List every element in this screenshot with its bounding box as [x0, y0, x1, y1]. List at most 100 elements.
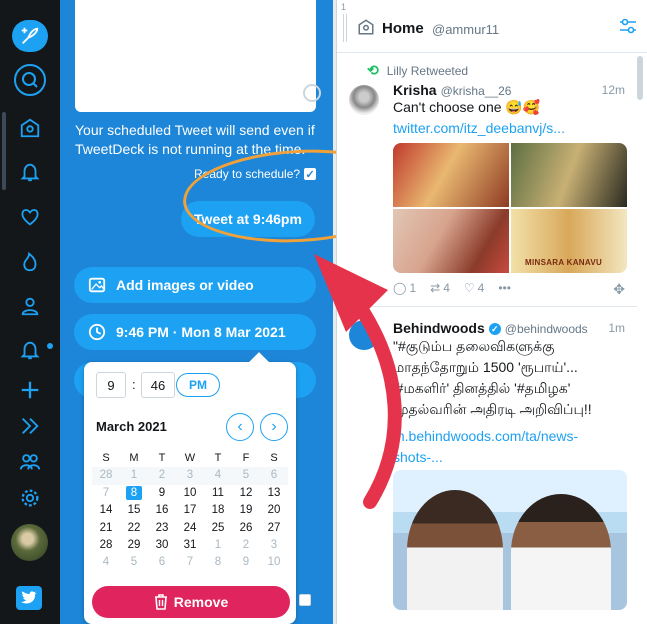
calendar-week: 7 8 9 10 11 12 13 — [92, 485, 288, 502]
calendar-day[interactable]: 25 — [204, 520, 232, 537]
calendar-day[interactable]: 5 — [120, 554, 148, 571]
calendar-day[interactable]: 10 — [260, 554, 288, 571]
compose-button[interactable] — [12, 20, 48, 52]
more-button[interactable]: ••• — [498, 281, 511, 295]
tweet-time[interactable]: 1m — [608, 321, 625, 335]
weekday-label: S — [102, 452, 110, 464]
media-image[interactable] — [393, 143, 509, 207]
notification-dot — [47, 343, 53, 349]
calendar-day[interactable]: 4 — [92, 554, 120, 571]
calendar-day[interactable]: 10 — [176, 485, 204, 502]
schedule-button[interactable]: 9:46 PM · Mon 8 Mar 2021 — [74, 314, 316, 350]
calendar-day[interactable]: 6 — [148, 554, 176, 571]
remove-button[interactable]: Remove — [92, 586, 290, 618]
tweet-time[interactable]: 12m — [602, 83, 625, 97]
calendar-day[interactable]: 31 — [176, 537, 204, 554]
previous-month-button[interactable]: ‹ — [226, 413, 254, 441]
add-media-button[interactable]: Add images or video — [74, 267, 316, 303]
bird-icon — [21, 591, 37, 604]
tweetdeck-logo[interactable] — [16, 586, 42, 610]
avatar[interactable] — [11, 524, 48, 561]
retweet-button[interactable]: ⇄ 4 — [430, 281, 450, 295]
calendar-day[interactable]: 22 — [120, 520, 148, 537]
tweet-link[interactable]: m.behindwoods.com/ta/news-shots-... — [393, 426, 613, 468]
tweet-textarea[interactable] — [75, 0, 321, 112]
chevron-left-icon: ‹ — [237, 418, 243, 435]
like-button[interactable]: ♡ 4 — [464, 281, 484, 295]
collapse-button[interactable] — [10, 406, 50, 446]
search-button[interactable] — [10, 60, 50, 100]
calendar-day[interactable]: 23 — [148, 520, 176, 537]
ampm-toggle[interactable]: PM — [176, 373, 220, 397]
trending-button[interactable] — [10, 242, 50, 282]
author-name: Behindwoods — [393, 320, 485, 336]
calendar-day[interactable]: 21 — [92, 520, 120, 537]
settings-button[interactable] — [10, 478, 50, 518]
calendar-day[interactable]: 24 — [176, 520, 204, 537]
calendar-day[interactable]: 7 — [176, 554, 204, 571]
navigation-bar — [0, 0, 60, 624]
likes-button[interactable] — [10, 197, 50, 237]
calendar-day[interactable]: 9 — [148, 485, 176, 502]
chevron-right-icon: › — [271, 418, 277, 435]
accounts-button[interactable] — [10, 442, 50, 482]
tweet-author[interactable]: Behindwoods ✓ @behindwoods — [393, 320, 588, 336]
calendar-day[interactable]: 16 — [148, 502, 176, 519]
activity-button[interactable] — [10, 330, 50, 370]
sliders-icon[interactable] — [618, 16, 638, 36]
calendar-day[interactable]: 13 — [260, 485, 288, 502]
move-icon[interactable]: ✥ — [613, 281, 625, 298]
column-scrollbar[interactable] — [637, 56, 643, 100]
calendar-day[interactable]: 18 — [204, 502, 232, 519]
calendar-week: 28 29 30 31 1 2 3 — [92, 537, 288, 554]
media-image[interactable]: MINSARA KANAVU — [511, 209, 627, 273]
tweet-actions: ◯ 1 ⇄ 4 ♡ 4 ••• — [393, 281, 627, 295]
hour-input[interactable]: 9 — [96, 372, 126, 398]
reply-count: 1 — [409, 281, 417, 295]
reply-button[interactable]: ◯ 1 — [393, 281, 416, 295]
next-month-button[interactable]: › — [260, 413, 288, 441]
calendar-day[interactable]: 17 — [176, 502, 204, 519]
tweet-link[interactable]: twitter.com/itz_deebanvj/s... — [393, 118, 629, 139]
calendar-day[interactable]: 8 — [204, 554, 232, 571]
retweet-count: 4 — [443, 281, 450, 295]
calendar-day[interactable]: 26 — [232, 520, 260, 537]
profile-button[interactable] — [10, 286, 50, 326]
calendar-day: 5 — [242, 469, 250, 482]
calendar-day: 3 — [186, 469, 194, 482]
calendar-day[interactable]: 29 — [120, 537, 148, 554]
column-drag-handle[interactable] — [343, 14, 347, 42]
checkbox[interactable] — [299, 594, 311, 606]
calendar-day[interactable]: 1 — [204, 537, 232, 554]
calendar-day[interactable]: 2 — [232, 537, 260, 554]
calendar-day[interactable]: 30 — [148, 537, 176, 554]
media-person — [407, 490, 503, 610]
calendar-day[interactable]: 28 — [92, 537, 120, 554]
tweet[interactable]: ⟲ Lilly Retweeted Krisha @krisha__26 12m … — [337, 55, 637, 307]
tweet[interactable]: Behindwoods ✓ @behindwoods 1m "#குடும்ப தல… — [337, 308, 637, 624]
calendar-day[interactable]: 19 — [232, 502, 260, 519]
add-column-button[interactable] — [10, 370, 50, 410]
like-count: 4 — [477, 281, 485, 295]
avatar[interactable] — [349, 320, 379, 350]
calendar-day[interactable]: 3 — [260, 537, 288, 554]
column-title: Home — [382, 20, 424, 37]
tweet-author[interactable]: Krisha @krisha__26 — [393, 82, 511, 98]
minute-input[interactable]: 46 — [141, 372, 175, 398]
calendar-day[interactable]: 14 — [92, 502, 120, 519]
tweet-media[interactable] — [393, 470, 627, 610]
notifications-button[interactable] — [10, 152, 50, 192]
avatar[interactable] — [349, 85, 379, 115]
accounts-icon — [19, 454, 41, 470]
home-button[interactable] — [10, 108, 50, 148]
calendar-day[interactable]: 27 — [260, 520, 288, 537]
calendar-day[interactable]: 15 — [120, 502, 148, 519]
tweet-media-grid[interactable]: MINSARA KANAVU — [393, 143, 627, 273]
calendar-day[interactable]: 11 — [204, 485, 232, 502]
calendar-day[interactable]: 20 — [260, 502, 288, 519]
media-image[interactable] — [393, 209, 509, 273]
calendar-day[interactable]: 8 — [120, 485, 148, 502]
calendar-day[interactable]: 9 — [232, 554, 260, 571]
media-image[interactable] — [511, 143, 627, 207]
calendar-day[interactable]: 12 — [232, 485, 260, 502]
